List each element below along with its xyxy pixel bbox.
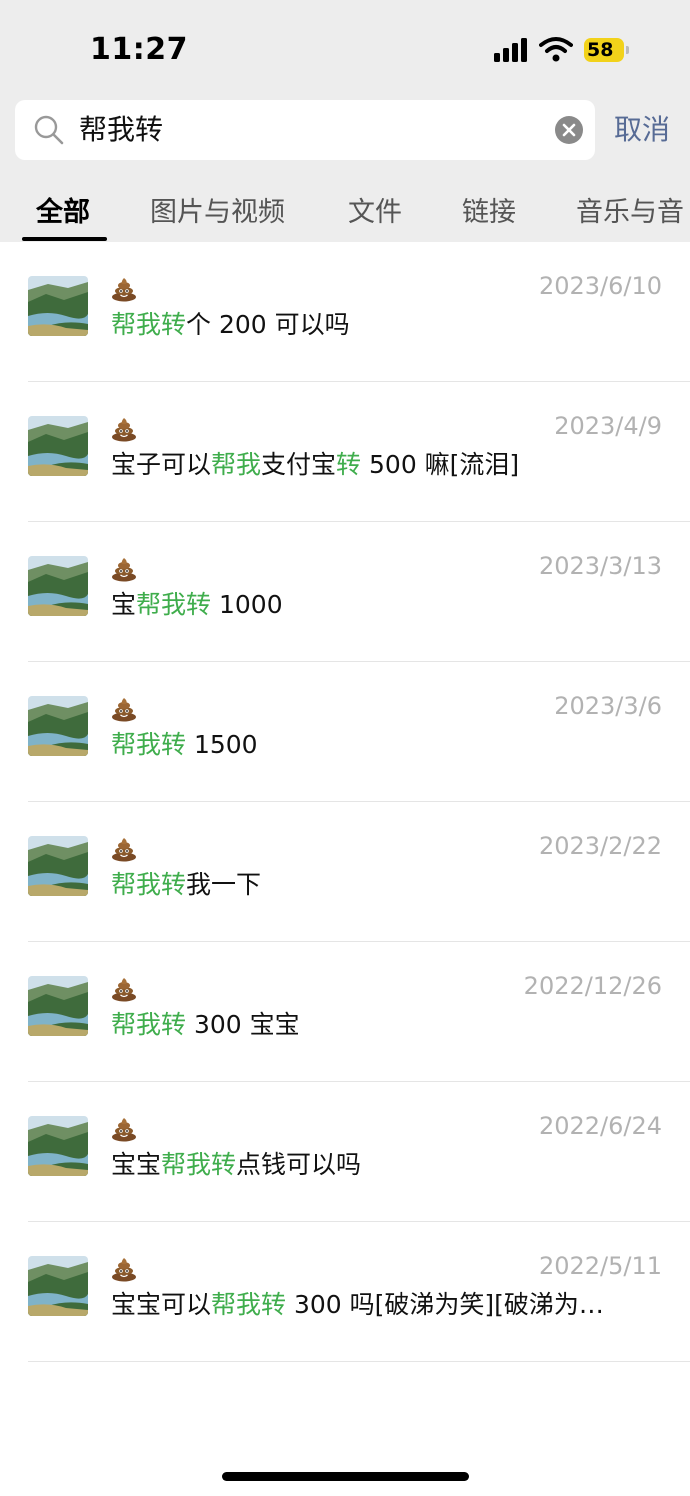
keyword-highlight: 帮我转	[136, 590, 212, 619]
message-text: 宝宝	[111, 1150, 162, 1179]
poop-emoji-icon	[111, 1116, 137, 1142]
message-text: 300 宝宝	[186, 1010, 300, 1039]
battery-icon: 58	[584, 38, 630, 64]
search-input[interactable]: 帮我转	[79, 100, 163, 160]
result-row[interactable]: 2023/3/13 宝帮我转 1000	[0, 522, 690, 662]
result-message: 帮我转个 200 可以吗	[111, 308, 661, 342]
result-message: 宝宝可以帮我转 300 吗[破涕为笑][破涕为…	[111, 1288, 661, 1322]
result-date: 2023/2/22	[538, 832, 662, 860]
search-bar[interactable]: 帮我转	[15, 100, 595, 160]
poop-emoji-icon	[111, 416, 137, 442]
result-message: 帮我转我一下	[111, 868, 661, 902]
tab-links[interactable]: 链接	[462, 190, 516, 229]
tab-images-videos[interactable]: 图片与视频	[150, 190, 285, 229]
result-row[interactable]: 2023/3/6 帮我转 1500	[0, 662, 690, 802]
keyword-highlight: 帮我转	[111, 870, 187, 899]
status-time: 11:27	[90, 32, 188, 67]
result-date: 2022/5/11	[538, 1252, 662, 1280]
message-text: 宝	[111, 590, 137, 619]
avatar	[28, 556, 88, 616]
result-row[interactable]: 2023/6/10 帮我转个 200 可以吗	[0, 242, 690, 382]
poop-emoji-icon	[111, 276, 137, 302]
row-divider	[28, 1361, 690, 1362]
keyword-highlight: 帮我	[211, 450, 262, 479]
message-text: 支付宝	[261, 450, 337, 479]
result-row[interactable]: 2023/2/22 帮我转我一下	[0, 802, 690, 942]
message-text: 个 200 可以吗	[186, 310, 350, 339]
keyword-highlight: 转	[336, 450, 362, 479]
active-tab-indicator	[22, 237, 107, 241]
keyword-highlight: 帮我转	[111, 730, 187, 759]
result-date: 2022/6/24	[538, 1112, 662, 1140]
result-message: 帮我转 1500	[111, 728, 661, 762]
avatar	[28, 1116, 88, 1176]
message-text: 1500	[186, 730, 258, 759]
poop-emoji-icon	[111, 976, 137, 1002]
result-date: 2023/4/9	[554, 412, 662, 440]
result-row[interactable]: 2022/5/11 宝宝可以帮我转 300 吗[破涕为笑][破涕为…	[0, 1222, 690, 1362]
message-text: 宝宝可以	[111, 1290, 212, 1319]
result-date: 2023/6/10	[538, 272, 662, 300]
avatar	[28, 836, 88, 896]
keyword-highlight: 帮我转	[161, 1150, 237, 1179]
poop-emoji-icon	[111, 1256, 137, 1282]
poop-emoji-icon	[111, 556, 137, 582]
result-date: 2023/3/13	[538, 552, 662, 580]
wifi-icon	[539, 37, 573, 62]
keyword-highlight: 帮我转	[111, 310, 187, 339]
result-message: 宝帮我转 1000	[111, 588, 661, 622]
avatar	[28, 416, 88, 476]
battery-percent: 58	[587, 39, 614, 61]
avatar	[28, 976, 88, 1036]
avatar	[28, 1256, 88, 1316]
message-text: 1000	[211, 590, 283, 619]
result-row[interactable]: 2022/6/24 宝宝帮我转点钱可以吗	[0, 1082, 690, 1222]
result-row[interactable]: 2022/12/26 帮我转 300 宝宝	[0, 942, 690, 1082]
avatar	[28, 696, 88, 756]
message-text: 点钱可以吗	[236, 1150, 362, 1179]
avatar	[28, 276, 88, 336]
keyword-highlight: 帮我转	[211, 1290, 287, 1319]
result-row[interactable]: 2023/4/9 宝子可以帮我支付宝转 500 嘛[流泪]	[0, 382, 690, 522]
home-indicator[interactable]	[222, 1472, 469, 1481]
tab-all[interactable]: 全部	[36, 190, 90, 229]
result-message: 宝子可以帮我支付宝转 500 嘛[流泪]	[111, 448, 661, 482]
result-message: 宝宝帮我转点钱可以吗	[111, 1148, 661, 1182]
message-text: 500 嘛[流泪]	[361, 450, 520, 479]
tab-music-audio[interactable]: 音乐与音	[576, 190, 684, 229]
message-text: 宝子可以	[111, 450, 212, 479]
search-icon	[34, 115, 64, 145]
result-message: 帮我转 300 宝宝	[111, 1008, 661, 1042]
keyword-highlight: 帮我转	[111, 1010, 187, 1039]
message-text: 300 吗[破涕为笑][破涕为…	[286, 1290, 604, 1319]
result-date: 2023/3/6	[554, 692, 662, 720]
message-text: 我一下	[186, 870, 262, 899]
clear-search-icon[interactable]	[555, 116, 583, 144]
poop-emoji-icon	[111, 836, 137, 862]
search-result-list: 2023/6/10 帮我转个 200 可以吗 2023/4/9 宝子可以帮我支付宝转 …	[0, 242, 690, 1362]
result-date: 2022/12/26	[523, 972, 662, 1000]
cancel-button[interactable]: 取消	[614, 100, 670, 160]
tab-files[interactable]: 文件	[348, 190, 402, 229]
poop-emoji-icon	[111, 696, 137, 722]
cellular-signal-icon	[494, 38, 530, 62]
